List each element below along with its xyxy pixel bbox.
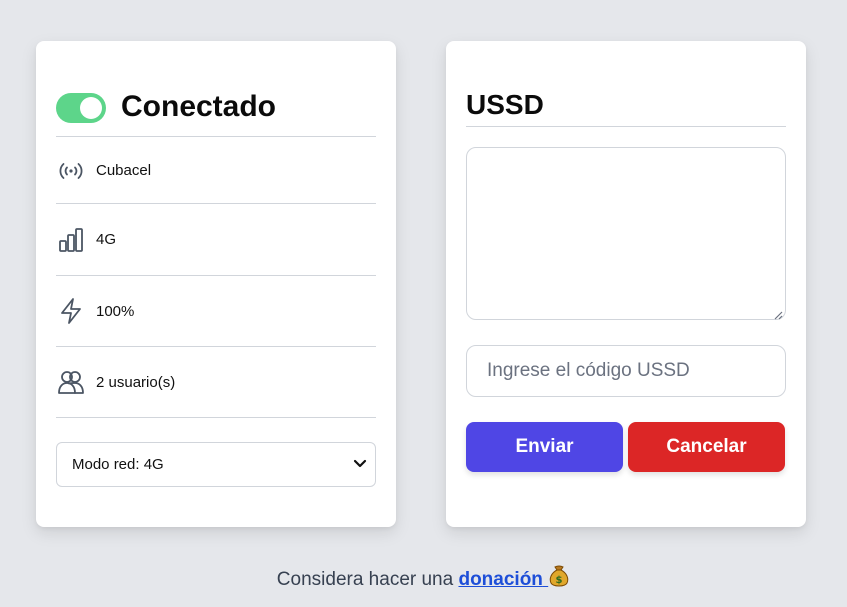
ussd-title: USSD bbox=[466, 85, 786, 127]
users-row: 2 usuario(s) bbox=[56, 347, 376, 418]
status-header: Conectado bbox=[56, 85, 376, 137]
ussd-response-textarea[interactable] bbox=[466, 147, 786, 320]
status-card: Conectado Cubacel 4G 100% 2 usuario(s) M… bbox=[36, 41, 396, 527]
users-label: 2 usuario(s) bbox=[96, 373, 176, 391]
signal-broadcast-icon bbox=[56, 156, 86, 186]
donation-link-label: donación bbox=[458, 569, 543, 590]
network-row: 4G bbox=[56, 204, 376, 276]
footer-text: Considera hacer una bbox=[276, 569, 459, 590]
connection-toggle[interactable] bbox=[56, 93, 106, 123]
carrier-row: Cubacel bbox=[56, 138, 376, 204]
carrier-label: Cubacel bbox=[96, 162, 152, 179]
status-title: Conectado bbox=[121, 90, 277, 123]
battery-row: 100% bbox=[56, 276, 376, 347]
cancel-button[interactable]: Cancelar bbox=[628, 422, 785, 472]
ussd-code-input[interactable] bbox=[466, 345, 786, 397]
toggle-knob bbox=[80, 97, 102, 119]
network-mode-value: Modo red: 4G bbox=[72, 456, 164, 473]
send-button[interactable]: Enviar bbox=[466, 422, 623, 472]
donation-link[interactable]: donación $ bbox=[458, 565, 570, 590]
signal-bars-icon bbox=[56, 225, 86, 255]
network-mode-select[interactable]: Modo red: 4G bbox=[56, 442, 376, 487]
battery-label: 100% bbox=[96, 302, 135, 320]
donation-footer: Considera hacer una donación $ bbox=[0, 564, 847, 594]
lightning-icon bbox=[56, 296, 86, 326]
ussd-card: USSD Enviar Cancelar bbox=[446, 41, 806, 527]
svg-text:$: $ bbox=[556, 575, 563, 586]
money-bag-icon: $ bbox=[548, 564, 570, 594]
network-label: 4G bbox=[96, 231, 117, 248]
resize-handle-icon[interactable] bbox=[773, 307, 783, 320]
users-icon bbox=[56, 367, 86, 397]
chevron-down-icon bbox=[353, 456, 367, 474]
